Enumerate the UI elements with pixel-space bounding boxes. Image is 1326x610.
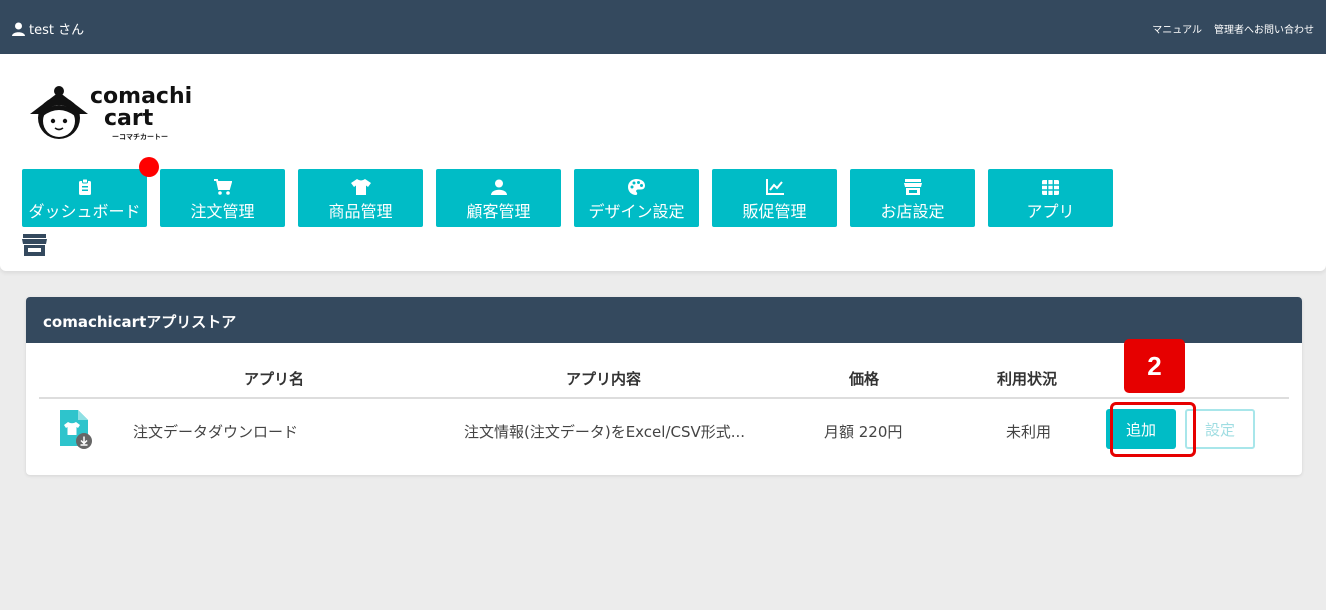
nav-label: お店設定 bbox=[880, 202, 945, 221]
nav-label: 販促管理 bbox=[742, 202, 807, 221]
top-bar: test さん マニュアル 管理者へお問い合わせ bbox=[0, 0, 1326, 54]
nav-apps[interactable]: アプリ bbox=[988, 169, 1113, 227]
contact-admin-link[interactable]: 管理者へお問い合わせ bbox=[1214, 21, 1314, 36]
shop-front-icon[interactable] bbox=[22, 234, 47, 260]
app-price: 月額 220円 bbox=[824, 423, 903, 441]
notification-badge bbox=[139, 157, 159, 177]
nav-dashboard[interactable]: ダッシュボード bbox=[22, 157, 159, 227]
col-app-content: アプリ内容 bbox=[566, 370, 642, 388]
logo-word-cart: cart bbox=[104, 106, 154, 131]
nav-orders[interactable]: 注文管理 bbox=[160, 169, 285, 227]
nav-label: アプリ bbox=[1026, 202, 1075, 221]
highlight-frame bbox=[1110, 402, 1196, 457]
nav-label: デザイン設定 bbox=[588, 202, 685, 221]
clipboard-icon bbox=[78, 178, 91, 196]
nav-label: 注文管理 bbox=[190, 202, 255, 221]
col-usage-status: 利用状況 bbox=[997, 370, 1058, 388]
col-price: 価格 bbox=[849, 370, 880, 388]
app-status: 未利用 bbox=[1006, 423, 1052, 441]
shirt-icon bbox=[350, 178, 371, 196]
app-content: 注文情報(注文データ)をExcel/CSV形式... bbox=[464, 423, 746, 441]
app-download-icon bbox=[60, 410, 92, 449]
panel-title: comachicartアプリストア bbox=[26, 297, 1302, 343]
step-callout: 2 bbox=[1124, 339, 1185, 393]
header: comachi cart ーコマチカートー ダッシュボード 注文管理 商品管理 … bbox=[0, 54, 1326, 271]
nav-label: ダッシュボード bbox=[28, 202, 141, 221]
main-nav: ダッシュボード 注文管理 商品管理 顧客管理 デザイン設定 販促管理 お店設定 bbox=[22, 157, 1113, 227]
chart-line-icon bbox=[765, 178, 784, 196]
grid-icon bbox=[1042, 178, 1059, 196]
logo[interactable]: comachi cart ーコマチカートー bbox=[28, 84, 198, 146]
nav-design-settings[interactable]: デザイン設定 bbox=[574, 169, 699, 227]
table-header: アプリ名 アプリ内容 価格 利用状況 bbox=[39, 359, 1289, 399]
user-icon bbox=[490, 178, 507, 196]
user-name: test さん bbox=[29, 23, 85, 38]
nav-label: 顧客管理 bbox=[466, 202, 531, 221]
store-icon bbox=[903, 178, 922, 196]
palette-icon bbox=[628, 178, 645, 196]
nav-promotions[interactable]: 販促管理 bbox=[712, 169, 837, 227]
user-icon bbox=[12, 22, 25, 36]
nav-shop-settings[interactable]: お店設定 bbox=[850, 169, 975, 227]
user-menu[interactable]: test さん bbox=[12, 19, 84, 38]
cart-icon bbox=[213, 178, 232, 196]
nav-label: 商品管理 bbox=[328, 202, 393, 221]
app-table: アプリ名 アプリ内容 価格 利用状況 注文データダウンロード 注文情報(注文デー… bbox=[39, 359, 1289, 469]
col-app-name: アプリ名 bbox=[244, 370, 305, 388]
mascot-icon bbox=[30, 86, 88, 139]
logo-kana: ーコマチカートー bbox=[112, 133, 168, 141]
table-row: 注文データダウンロード 注文情報(注文データ)をExcel/CSV形式... 月… bbox=[39, 399, 1289, 469]
manual-link[interactable]: マニュアル bbox=[1152, 21, 1202, 36]
app-name: 注文データダウンロード bbox=[133, 423, 299, 441]
nav-customers[interactable]: 顧客管理 bbox=[436, 169, 561, 227]
nav-products[interactable]: 商品管理 bbox=[298, 169, 423, 227]
